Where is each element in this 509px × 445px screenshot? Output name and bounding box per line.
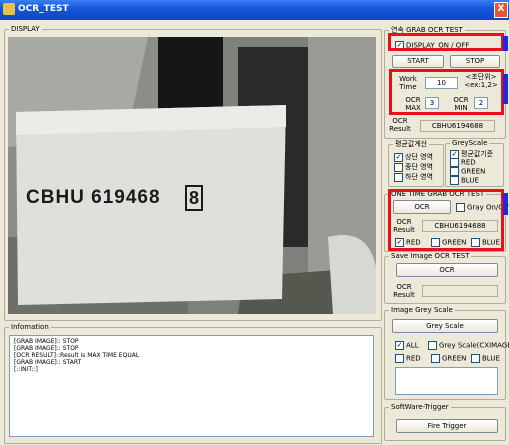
display-legend: DISPLAY <box>11 25 40 33</box>
log-line: [GRAB IMAGE]:: STOP <box>14 345 79 352</box>
window-title: OCR_TEST <box>18 4 69 14</box>
stop-button[interactable]: STOP <box>450 55 500 68</box>
image-blue-label: BLUE <box>482 354 500 363</box>
grey-green-label: GREEN <box>461 167 486 176</box>
grey-all-label: ALL <box>406 341 419 350</box>
title-bar: OCR_TEST X <box>0 0 509 20</box>
camera-frame-image <box>8 37 376 314</box>
container-number-text: CBHU 619468 <box>26 187 161 208</box>
log-line: [::INIT::] <box>14 366 38 373</box>
information-log[interactable]: [GRAB IMAGE]:: STOP [GRAB IMAGE]:: STOP … <box>9 335 374 437</box>
continuous-result-label: OCR Result <box>389 117 411 133</box>
checkbox-empty-icon <box>394 172 403 182</box>
greyscale-options-legend: GreyScale <box>452 139 488 147</box>
highlight-one-time-ocr <box>388 189 504 251</box>
grey-average-label: 평균값기준 <box>461 150 494 158</box>
checkbox-empty-icon <box>395 354 404 363</box>
close-button[interactable]: X <box>494 2 508 18</box>
continuous-result-field: CBHU6194688 <box>420 120 495 132</box>
log-line: [GRAB IMAGE]:: STOP <box>14 338 79 345</box>
fire-trigger-button[interactable]: Fire Trigger <box>396 419 498 433</box>
app-icon <box>3 3 15 15</box>
checkbox-empty-icon <box>450 176 459 185</box>
grey-red-checkbox[interactable]: RED <box>450 158 476 167</box>
grey-blue-label: BLUE <box>461 176 479 185</box>
check-digit-text: 8 <box>185 185 204 211</box>
save-image-ocr-legend: Save Image OCR TEST <box>391 252 470 260</box>
checkbox-empty-icon <box>450 167 459 176</box>
grey-blue-checkbox[interactable]: BLUE <box>450 176 479 185</box>
grey-all-checkbox[interactable]: ✓ ALL <box>395 341 419 350</box>
grey-red-label: RED <box>461 158 476 167</box>
checkbox-checked-icon: ✓ <box>394 152 403 162</box>
marker-bar <box>503 36 508 51</box>
checkbox-empty-icon <box>394 162 403 172</box>
avg-top-region-label: 상단 영역 <box>405 153 433 161</box>
grey-cximage-checkbox[interactable]: Grey Scale(CXIMAGE) <box>428 341 509 350</box>
save-image-ocr-button[interactable]: OCR <box>396 263 498 277</box>
image-green-label: GREEN <box>442 354 467 363</box>
image-red-checkbox[interactable]: RED <box>395 354 421 363</box>
image-green-checkbox[interactable]: GREEN <box>431 354 466 363</box>
average-calc-legend: 평균값계산 <box>395 140 428 148</box>
image-blue-checkbox[interactable]: BLUE <box>471 354 500 363</box>
checkbox-empty-icon <box>431 354 440 363</box>
log-line: [OCR RESULT]::Result is MAX TIME EQUAL <box>14 352 140 359</box>
checkbox-empty-icon <box>471 354 480 363</box>
grey-scale-preview-box <box>395 367 498 395</box>
checkbox-empty-icon <box>428 341 437 350</box>
avg-bottom-region-label: 하단 영역 <box>405 173 433 181</box>
highlight-work-time-settings <box>389 69 504 115</box>
avg-middle-region-label: 중단 영역 <box>405 163 433 171</box>
save-image-result-label: OCR Result <box>393 283 415 299</box>
checkbox-checked-icon: ✓ <box>395 341 404 350</box>
image-grey-scale-legend: Image Grey Scale <box>391 306 453 314</box>
log-line: [GRAB IMAGE]:: START <box>14 359 82 366</box>
software-trigger-legend: SoftWare-Trigger <box>391 403 449 411</box>
highlight-display-toggle <box>388 33 504 51</box>
checkbox-empty-icon <box>450 158 459 167</box>
marker-bar <box>503 74 508 104</box>
grey-green-checkbox[interactable]: GREEN <box>450 167 485 176</box>
information-legend: Infomation <box>11 323 49 331</box>
marker-bar <box>503 193 508 215</box>
save-image-result-field <box>422 285 498 297</box>
camera-display: CBHU 619468 8 <box>8 37 376 314</box>
avg-top-region-checkbox[interactable]: ✓ 상단 영역 <box>394 152 433 162</box>
grey-scale-button[interactable]: Grey Scale <box>392 319 498 333</box>
avg-bottom-region-checkbox[interactable]: 하단 영역 <box>394 172 433 182</box>
start-button[interactable]: START <box>392 55 444 68</box>
grey-cximage-label: Grey Scale(CXIMAGE) <box>439 341 509 350</box>
image-red-label: RED <box>406 354 421 363</box>
avg-middle-region-checkbox[interactable]: 중단 영역 <box>394 162 433 172</box>
